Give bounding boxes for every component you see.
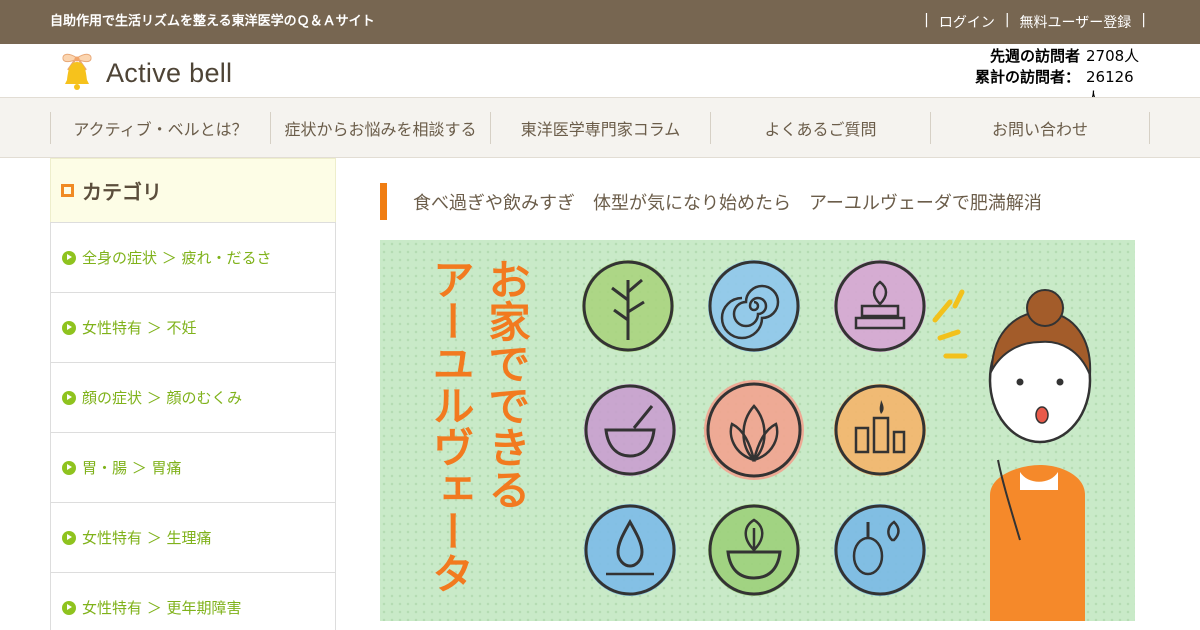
- leaf-bowl-icon: [708, 504, 800, 596]
- candles-icon: [834, 384, 926, 476]
- category-title: カテゴリ: [82, 180, 162, 204]
- square-bullet-icon: [61, 184, 74, 197]
- separator: |: [924, 12, 929, 28]
- category-label: 顔の症状 ＞ 顔のむくみ: [82, 389, 243, 407]
- nav-item-column[interactable]: 東洋医学専門家コラム: [490, 112, 710, 144]
- hero-headline-line1: お家でできる: [482, 258, 531, 510]
- category-header: カテゴリ: [50, 158, 336, 222]
- category-item[interactable]: 全身の症状 ＞ 疲れ・だるさ: [51, 222, 335, 292]
- category-list: 全身の症状 ＞ 疲れ・だるさ 女性特有 ＞ 不妊 顔の症状 ＞ 顔のむくみ 胃・…: [50, 222, 336, 630]
- category-label: 女性特有 ＞ 更年期障害: [82, 599, 242, 617]
- logo-text: Active bell: [106, 57, 233, 88]
- herbal-compress-icon: [834, 504, 926, 596]
- category-item[interactable]: 女性特有 ＞ 生理痛: [51, 502, 335, 572]
- category-item[interactable]: 顔の症状 ＞ 顔のむくみ: [51, 362, 335, 432]
- register-link[interactable]: 無料ユーザー登録: [1020, 12, 1132, 32]
- bell-icon: [58, 50, 96, 96]
- spiral-icon: [708, 260, 800, 352]
- site-logo[interactable]: Active bell: [58, 50, 232, 96]
- site-tagline: 自助作用で生活リズムを整える東洋医学のＱ＆Ａサイト: [50, 14, 375, 29]
- nav-item-faq[interactable]: よくあるご質問: [710, 112, 930, 144]
- category-label: 全身の症状 ＞ 疲れ・だるさ: [82, 249, 272, 267]
- last-week-visitors-value: 2708人: [1086, 47, 1140, 65]
- category-label: 女性特有 ＞ 不妊: [82, 319, 197, 337]
- main-nav: アクティブ・ベルとは？ 症状からお悩みを相談する 東洋医学専門家コラム よくある…: [0, 97, 1200, 158]
- category-sidebar: カテゴリ 全身の症状 ＞ 疲れ・だるさ 女性特有 ＞ 不妊 顔の症状 ＞ 顔のむ…: [50, 158, 336, 630]
- separator: |: [1004, 12, 1010, 28]
- site-header: Active bell 先週の訪問者 2708人 累計の訪問者： 26126人: [0, 44, 1200, 107]
- arrow-circle-icon: [62, 530, 76, 545]
- hero-headline-line2: アーユルヴェータ: [426, 258, 475, 594]
- water-drop-icon: [584, 504, 676, 596]
- category-item[interactable]: 女性特有 ＞ 不妊: [51, 292, 335, 362]
- arrow-circle-icon: [62, 320, 76, 335]
- lotus-stones-icon: [834, 260, 926, 352]
- nav-item-consult[interactable]: 症状からお悩みを相談する: [270, 112, 490, 144]
- arrow-circle-icon: [62, 250, 76, 265]
- herb-icon: [582, 260, 674, 352]
- woman-illustration: [932, 289, 1092, 621]
- lotus-icon: [704, 380, 804, 480]
- last-week-visitors-label: 先週の訪問者: [989, 47, 1080, 65]
- arrow-circle-icon: [62, 390, 76, 405]
- login-link[interactable]: ログイン: [939, 12, 995, 32]
- mortar-pestle-icon: [584, 384, 676, 476]
- arrow-circle-icon: [62, 460, 76, 475]
- nav-item-contact[interactable]: お問い合わせ: [930, 112, 1150, 144]
- category-item[interactable]: 胃・腸 ＞ 胃痛: [51, 432, 335, 502]
- top-bar: 自助作用で生活リズムを整える東洋医学のＱ＆Ａサイト | ログイン | 無料ユーザ…: [0, 0, 1200, 44]
- category-item[interactable]: 女性特有 ＞ 更年期障害: [51, 572, 335, 630]
- post-title[interactable]: 食べ過ぎや飲みすぎ 体型が気になり始めたら アーユルヴェーダで肥満解消: [380, 183, 1042, 220]
- category-label: 胃・腸 ＞ 胃痛: [82, 459, 182, 477]
- hero-image[interactable]: お家でできる アーユルヴェータ: [380, 240, 1135, 621]
- arrow-circle-icon: [62, 600, 76, 615]
- separator: |: [1141, 12, 1146, 28]
- nav-item-about[interactable]: アクティブ・ベルとは？: [50, 112, 270, 144]
- account-links: | ログイン | 無料ユーザー登録 |: [924, 12, 1146, 32]
- category-label: 女性特有 ＞ 生理痛: [82, 529, 212, 547]
